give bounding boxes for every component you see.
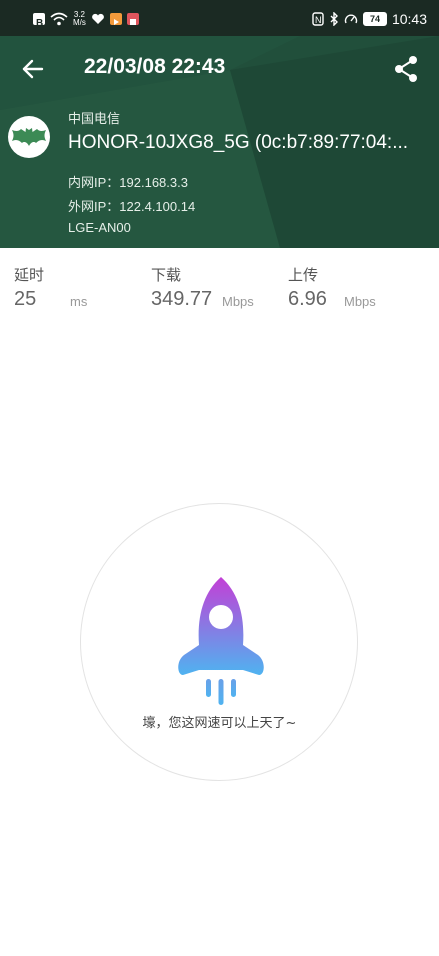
share-icon xyxy=(395,56,417,82)
stat-latency: 延时 25 ms xyxy=(14,264,87,310)
wan-ip: 外网IP：122.4.100.14 xyxy=(68,199,196,214)
status-bar-right: N 74 10:43 xyxy=(312,10,427,28)
network-speed: 3.2 M/s xyxy=(73,11,86,27)
download-value: 349.77 xyxy=(151,288,213,310)
svg-text:B: B xyxy=(36,18,43,28)
heart-icon xyxy=(92,13,104,24)
battery-indicator: 74 xyxy=(362,12,387,26)
bat-logo-icon xyxy=(12,128,46,146)
upload-unit: Mbps xyxy=(344,294,376,309)
nfc-icon: N xyxy=(312,12,324,26)
toolbar: 22/03/08 22:43 xyxy=(0,36,439,102)
rocket-icon xyxy=(178,577,264,705)
back-button[interactable] xyxy=(18,54,48,84)
lan-ip: 内网IP：192.168.3.3 xyxy=(68,175,188,190)
latency-value: 25 xyxy=(14,288,37,310)
notification-b-icon: B xyxy=(33,13,45,29)
stat-download: 下载 349.77 Mbps xyxy=(151,264,254,310)
download-unit: Mbps xyxy=(222,294,254,309)
speedometer-icon xyxy=(344,14,358,24)
network-speed-unit: M/s xyxy=(73,18,86,27)
bluetooth-icon xyxy=(330,12,338,26)
carrier-name: 中国电信 xyxy=(68,112,121,127)
app-notification-icon xyxy=(126,13,139,25)
wifi-ssid: HONOR-10JXG8_5G (0c:b7:89:77:04:... xyxy=(68,132,409,153)
download-label: 下载 xyxy=(151,266,182,284)
status-time: 10:43 xyxy=(391,11,427,27)
share-button[interactable] xyxy=(393,54,419,84)
device-model: LGE-AN00 xyxy=(68,220,131,235)
page-title: 22/03/08 22:43 xyxy=(84,55,226,78)
isp-avatar xyxy=(8,116,50,158)
status-bar-left: B 3.2 M/s xyxy=(33,10,139,29)
arrow-left-icon xyxy=(22,59,44,79)
play-app-icon xyxy=(109,13,122,25)
stat-upload: 上传 6.96 Mbps xyxy=(288,264,376,310)
latency-label: 延时 xyxy=(14,266,45,284)
status-bar: B 3.2 M/s N 74 10:43 xyxy=(0,0,439,36)
result-message: 壕，您这网速可以上天了~ xyxy=(142,716,297,731)
wifi-icon xyxy=(50,12,68,26)
upload-label: 上传 xyxy=(288,266,319,284)
upload-value: 6.96 xyxy=(288,288,327,310)
speed-stats: 延时 25 ms 下载 349.77 Mbps 上传 6.96 Mbps xyxy=(0,248,439,328)
svg-text:N: N xyxy=(315,15,322,25)
latency-unit: ms xyxy=(70,294,88,309)
